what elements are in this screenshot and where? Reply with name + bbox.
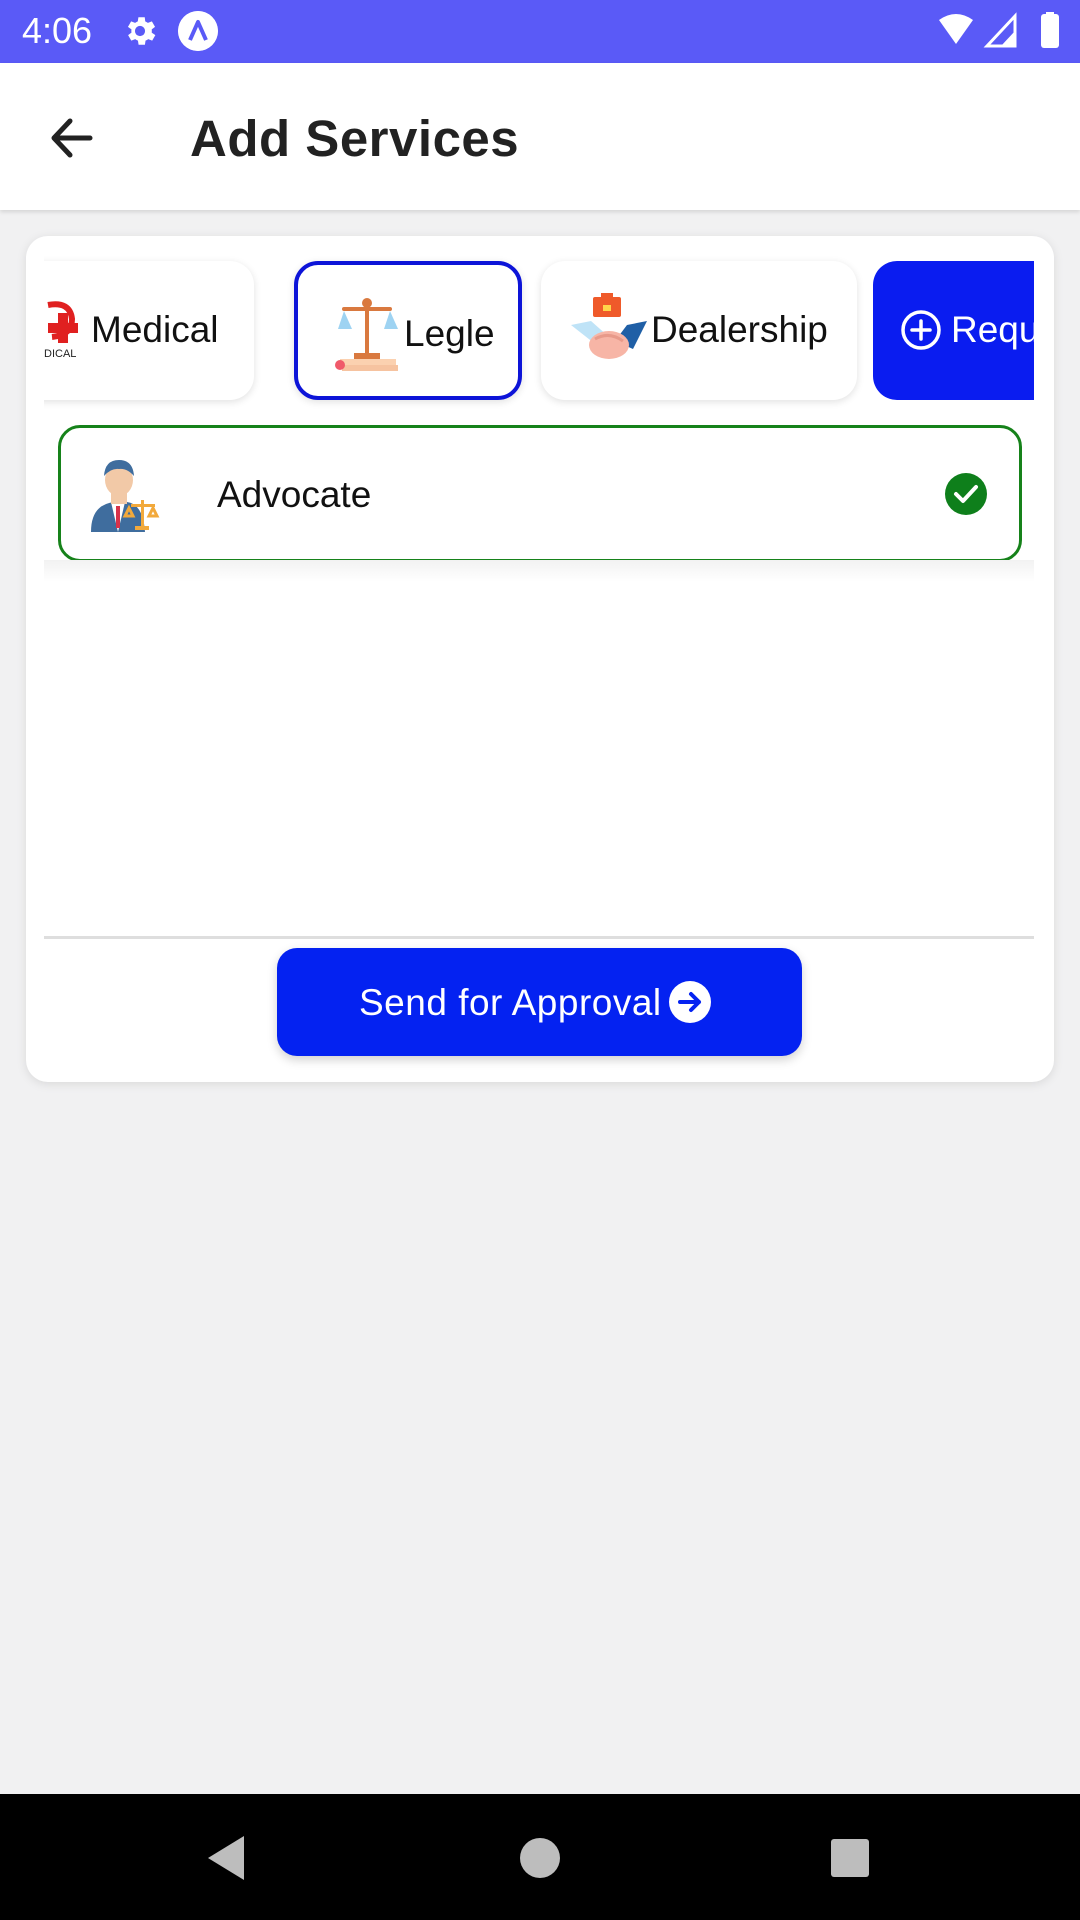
request-label: Reques [951,309,1034,350]
category-chip-legle[interactable]: Legle [294,261,522,400]
category-label: Medical [91,309,219,350]
arrow-right-circle-icon [669,981,711,1023]
request-category-button[interactable]: Reques [873,261,1034,400]
category-chip-dealership[interactable]: Dealership [541,261,857,400]
recents-square-icon[interactable] [822,1830,878,1886]
wifi-icon [939,14,973,44]
medical-logo-icon: DICAL [44,301,78,360]
category-label: Dealership [651,309,828,350]
service-label: Advocate [217,474,372,515]
page-title: Add Services [190,110,520,167]
status-time: 4:06 [22,10,93,51]
battery-icon [1041,14,1059,48]
send-for-approval-button[interactable]: Send for Approval [277,948,802,1056]
svg-text:DICAL: DICAL [44,348,76,360]
back-triangle-icon[interactable] [200,1830,256,1886]
category-chip-medical[interactable]: DICAL Medical [44,261,254,400]
arrow-left-icon[interactable] [42,108,102,168]
footer-divider [44,936,1034,939]
service-item-advocate[interactable]: Advocate [58,425,1022,562]
gear-icon [127,17,156,45]
system-nav-bar [0,1794,1080,1920]
scales-of-justice-icon [335,298,398,371]
system-status-icons [939,12,1059,48]
plus-circle-icon [901,310,941,350]
advocate-avatar-icon [91,460,160,532]
approve-label: Send for Approval [359,982,662,1023]
list-shadow [44,560,1034,582]
accessibility-a-icon [178,11,218,51]
home-circle-icon[interactable] [512,1830,568,1886]
services-card: DICAL Medical Legle Dealership Requ Advo… [26,236,1054,1082]
check-circle-icon [945,473,987,515]
category-label: Legle [404,313,495,354]
handshake-briefcase-icon [571,293,647,359]
status-bar: 4:06 [0,0,1080,63]
app-bar: Add Services [0,63,1080,210]
